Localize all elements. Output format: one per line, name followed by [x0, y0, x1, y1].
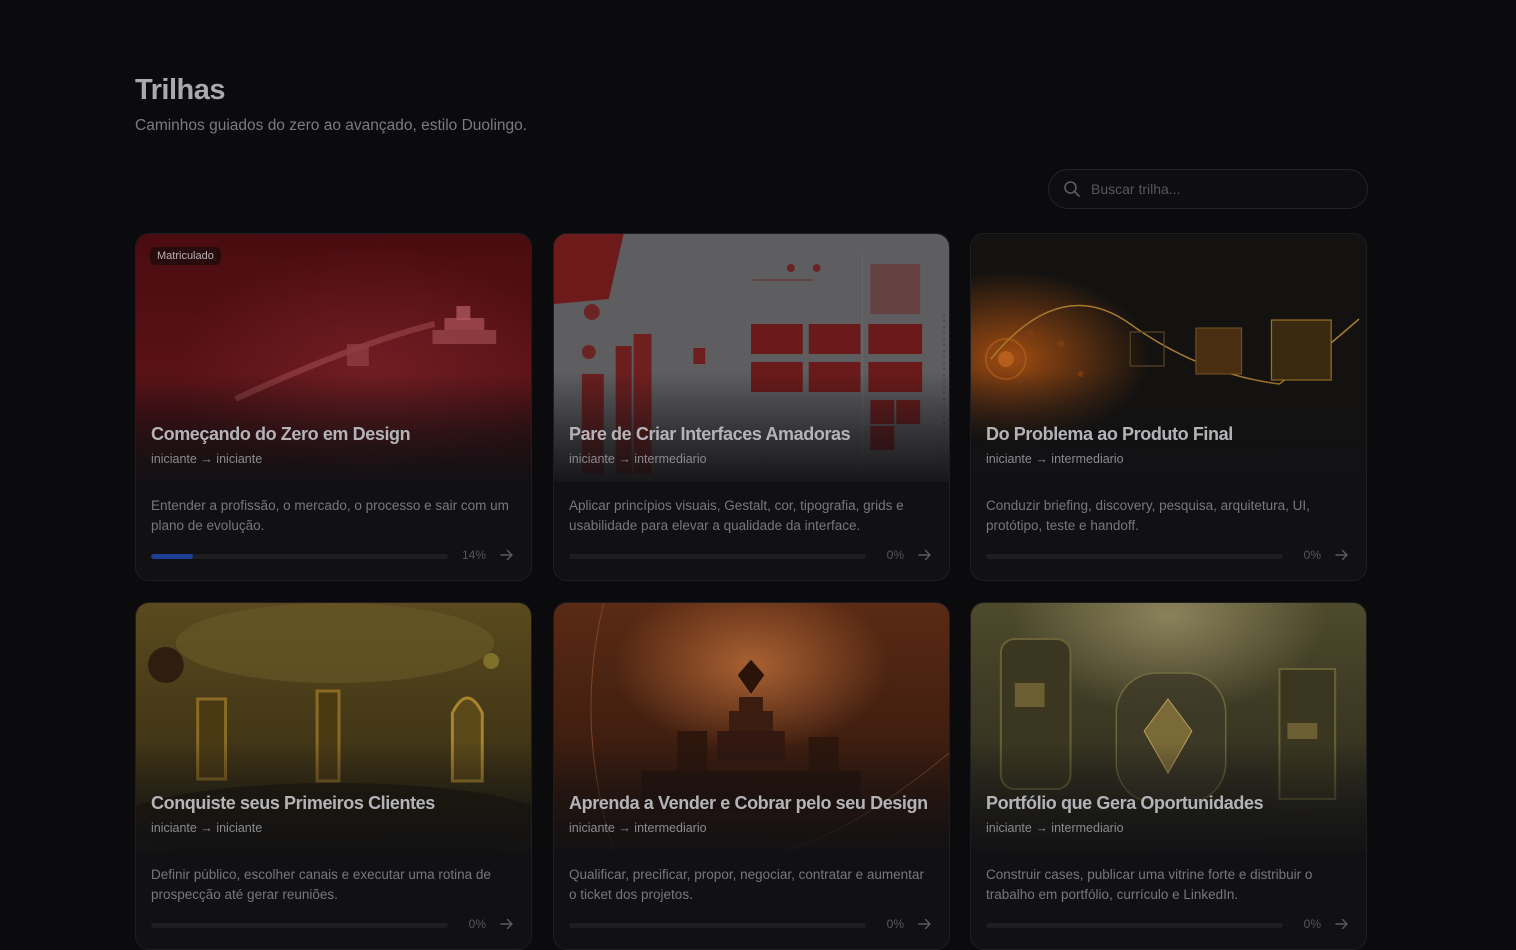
arrow-right-icon[interactable] [499, 547, 515, 563]
search-input[interactable] [1089, 180, 1353, 198]
track-description: Qualificar, precificar, propor, negociar… [569, 867, 924, 902]
progress-label: 0% [886, 917, 904, 931]
track-levels: iniciante → iniciante [151, 821, 263, 835]
progress-label: 0% [1303, 917, 1321, 931]
progress-bar [151, 923, 448, 928]
track-title: Do Problema ao Produto Final [986, 424, 1233, 444]
track-title: Começando do Zero em Design [151, 424, 411, 444]
track-title: Pare de Criar Interfaces Amadoras [569, 424, 851, 444]
progress-label: 14% [461, 548, 486, 562]
search-box[interactable] [1048, 169, 1368, 209]
track-description: Aplicar princípios visuais, Gestalt, cor… [569, 498, 904, 533]
track-levels: iniciante → intermediario [569, 821, 707, 835]
progress-label: 0% [1303, 548, 1321, 562]
track-card[interactable]: Matriculado Começando do Zero em Design … [135, 233, 532, 581]
progress-bar [986, 923, 1283, 928]
progress-fill [151, 554, 193, 559]
progress-label: 0% [886, 548, 904, 562]
track-card[interactable]: Pare de Criar Interfaces Amadoras inicia… [553, 233, 950, 581]
track-description: Entender a profissão, o mercado, o proce… [151, 498, 509, 533]
track-levels: iniciante → iniciante [151, 452, 263, 466]
progress-bar [569, 554, 866, 559]
search-icon [1064, 181, 1080, 197]
progress-bar [569, 923, 866, 928]
progress-label: 0% [468, 917, 486, 931]
track-levels: iniciante → intermediario [986, 821, 1124, 835]
arrow-right-icon[interactable] [1334, 916, 1350, 932]
track-levels: iniciante → intermediario [986, 452, 1124, 466]
progress-bar [151, 554, 448, 559]
page-subtitle: Caminhos guiados do zero ao avançado, es… [135, 117, 528, 134]
track-title: Aprenda a Vender e Cobrar pelo seu Desig… [569, 793, 928, 813]
track-description: Conduzir briefing, discovery, pesquisa, … [986, 498, 1310, 533]
tracks-page: Trilhas Caminhos guiados do zero ao avan… [0, 0, 1516, 950]
arrow-right-icon[interactable] [917, 916, 933, 932]
track-description: Construir cases, publicar uma vitrine fo… [986, 867, 1313, 902]
track-title: Portfólio que Gera Oportunidades [986, 793, 1264, 813]
arrow-right-icon[interactable] [1334, 547, 1350, 563]
track-title: Conquiste seus Primeiros Clientes [151, 793, 435, 813]
page-title: Trilhas [135, 74, 226, 106]
track-levels: iniciante → intermediario [569, 452, 707, 466]
track-description: Definir público, escolher canais e execu… [151, 867, 491, 902]
arrow-right-icon[interactable] [499, 916, 515, 932]
arrow-right-icon[interactable] [917, 547, 933, 563]
track-card[interactable]: Do Problema ao Produto Final iniciante →… [970, 233, 1367, 581]
progress-bar [986, 554, 1283, 559]
enrolled-badge: Matriculado [150, 247, 221, 265]
